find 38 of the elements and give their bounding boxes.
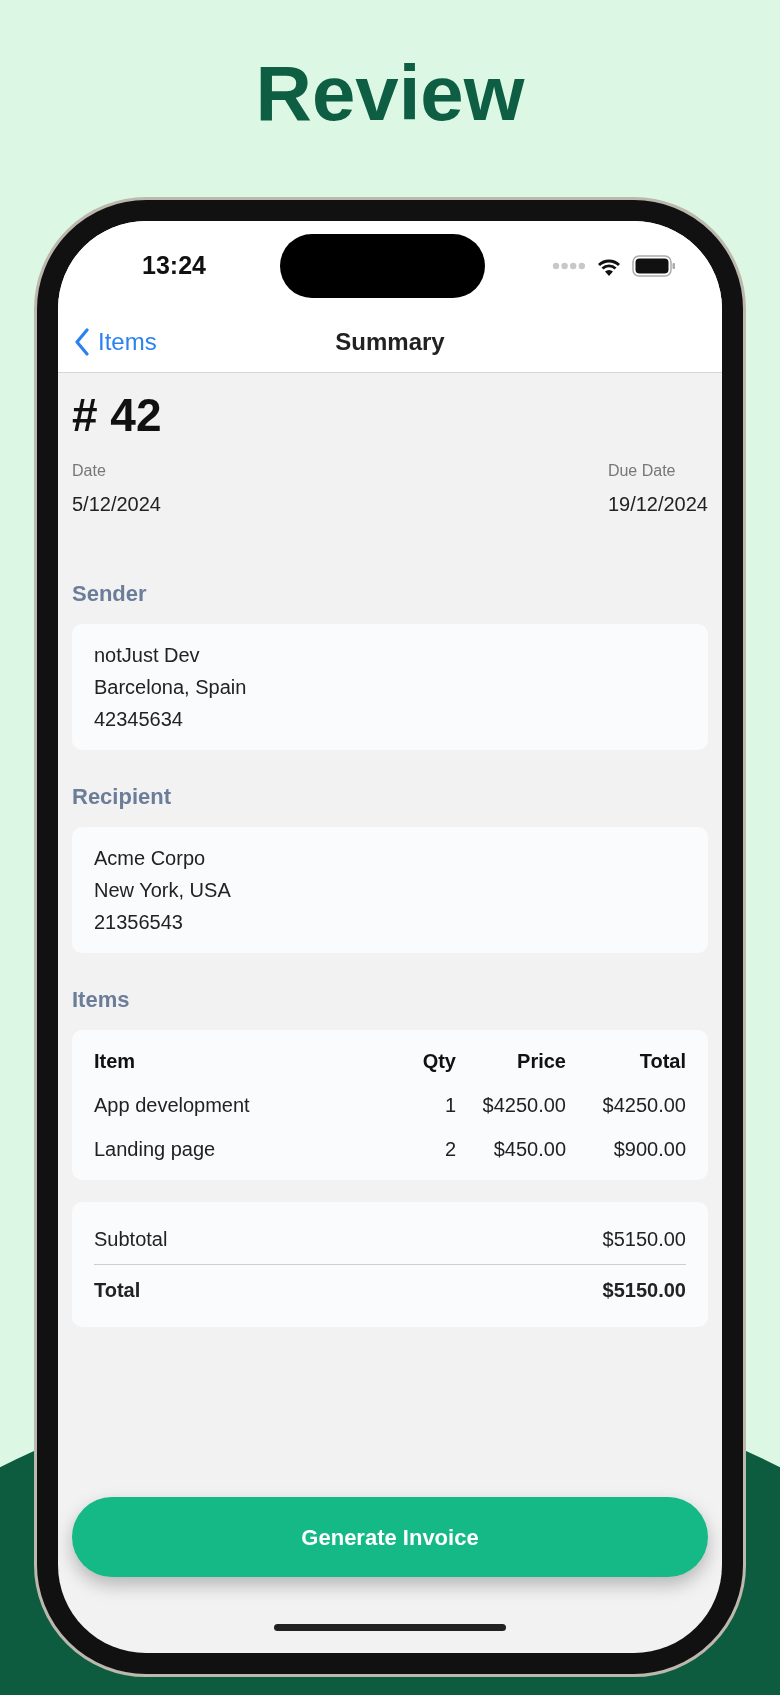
total-value: $5150.00 <box>602 1226 686 1252</box>
address-line: 21356543 <box>94 909 184 935</box>
due-date-value: 19/12/2024 <box>607 491 708 517</box>
battery-icon <box>632 255 676 277</box>
back-button[interactable]: Items <box>58 323 157 360</box>
table-cell-text: 2 <box>443 1136 456 1162</box>
column-header: Price <box>516 1048 566 1074</box>
total-label: Subtotal <box>94 1226 168 1252</box>
table-cell-text: 1 <box>443 1092 456 1118</box>
address-line: 42345634 <box>94 706 184 732</box>
section-heading: Items <box>72 985 131 1014</box>
total-value: $5150.00 <box>602 1277 686 1303</box>
address-line: notJust Dev <box>94 642 201 668</box>
due-date-label: Due Date <box>607 460 676 481</box>
signal-icon <box>552 262 586 270</box>
total-label: Total <box>94 1277 141 1303</box>
generate-invoice-button[interactable]: Generate Invoice <box>72 1497 708 1577</box>
column-header: Item <box>94 1048 137 1074</box>
address-line: Barcelona, Spain <box>94 674 248 700</box>
table-cell-text: $450.00 <box>492 1136 566 1162</box>
table-cell-text: Landing page <box>94 1136 217 1162</box>
table-cell-text: $4250.00 <box>601 1092 686 1118</box>
table-cell-text: App development <box>94 1092 251 1118</box>
page-title: Review <box>255 53 525 132</box>
date-label: Date <box>72 460 107 481</box>
column-header: Total <box>638 1048 686 1074</box>
status-time: 13:24 <box>142 250 206 282</box>
column-header: Qty <box>421 1048 456 1074</box>
table-cell-text: $4250.00 <box>481 1092 566 1118</box>
table-cell-text: $900.00 <box>612 1136 686 1162</box>
date-value: 5/12/2024 <box>72 491 161 517</box>
address-line: New York, USA <box>94 877 232 903</box>
section-heading: Sender <box>72 579 148 608</box>
screen-title: Summary <box>335 326 445 357</box>
invoice-number: # 42 <box>72 388 163 443</box>
section-heading: Recipient <box>72 782 173 811</box>
chevron-left-icon <box>74 327 90 356</box>
address-line: Acme Corpo <box>94 845 207 871</box>
